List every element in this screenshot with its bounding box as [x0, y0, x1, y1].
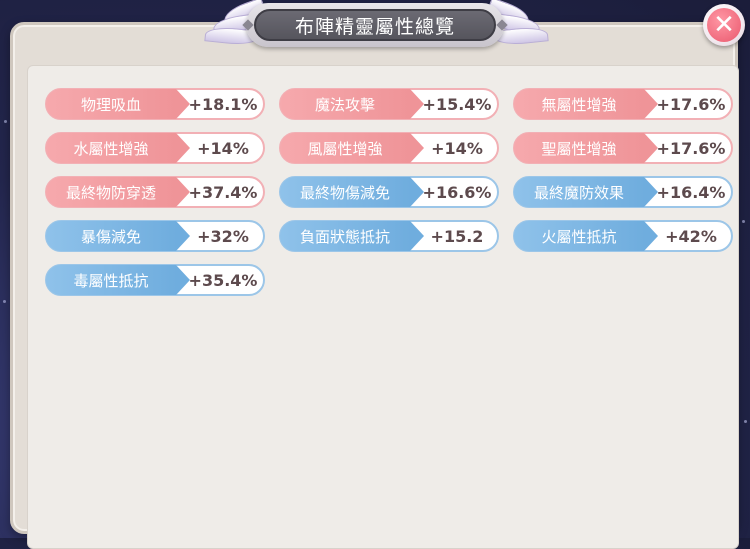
stat-label: 最終魔防效果: [514, 177, 658, 207]
stat-item: 風屬性增強 +14%: [279, 132, 499, 164]
stat-value: +14%: [197, 138, 249, 158]
stat-label: 水屬性增強: [46, 133, 190, 163]
stat-value: +16.4%: [656, 182, 726, 202]
title-banner: 布陣精靈屬性總覽: [242, 3, 508, 47]
stats-panel: 物理吸血 +18.1% 魔法攻擊 +15.4% 無屬性增強 +17.6% 水屬性增強 +14%…: [10, 22, 739, 549]
stat-value: +15.2: [430, 226, 484, 246]
background-star: [744, 420, 747, 423]
stat-label: 無屬性增強: [514, 89, 658, 119]
stat-label: 負面狀態抵抗: [280, 221, 424, 251]
stat-label: 物理吸血: [46, 89, 190, 119]
stat-value: +42%: [665, 226, 717, 246]
stat-label: 風屬性增強: [280, 133, 424, 163]
stat-item: 火屬性抵抗 +42%: [513, 220, 733, 252]
stat-item: 最終魔防效果 +16.4%: [513, 176, 733, 208]
stat-item: 暴傷減免 +32%: [45, 220, 265, 252]
stat-value: +14%: [431, 138, 483, 158]
close-icon[interactable]: ✕: [707, 8, 741, 42]
stat-item: 負面狀態抵抗 +15.2: [279, 220, 499, 252]
background-star: [4, 120, 7, 123]
stat-label: 暴傷減免: [46, 221, 190, 251]
stat-value: +15.4%: [422, 94, 492, 114]
stat-label: 聖屬性增強: [514, 133, 658, 163]
stat-item: 毒屬性抵抗 +35.4%: [45, 264, 265, 296]
stat-item: 物理吸血 +18.1%: [45, 88, 265, 120]
stats-content-area: 物理吸血 +18.1% 魔法攻擊 +15.4% 無屬性增強 +17.6% 水屬性增強 +14%…: [27, 65, 739, 549]
stat-label: 最終物防穿透: [46, 177, 190, 207]
stat-item: 最終物防穿透 +37.4%: [45, 176, 265, 208]
stat-value: +35.4%: [188, 270, 258, 290]
stat-value: +32%: [197, 226, 249, 246]
stat-item: 聖屬性增強 +17.6%: [513, 132, 733, 164]
stat-label: 火屬性抵抗: [514, 221, 658, 251]
stat-item: 水屬性增強 +14%: [45, 132, 265, 164]
stat-value: +18.1%: [188, 94, 258, 114]
stat-label: 魔法攻擊: [280, 89, 424, 119]
stat-value: +17.6%: [656, 138, 726, 158]
stat-value: +17.6%: [656, 94, 726, 114]
background-star: [3, 300, 6, 303]
stat-label: 毒屬性抵抗: [46, 265, 190, 295]
close-button[interactable]: ✕: [703, 4, 745, 46]
background-star: [742, 220, 745, 223]
stat-value: +16.6%: [422, 182, 492, 202]
stat-item: 魔法攻擊 +15.4%: [279, 88, 499, 120]
dialog-title: 布陣精靈屬性總覽: [254, 9, 496, 41]
stat-item: 最終物傷減免 +16.6%: [279, 176, 499, 208]
stat-item: 無屬性增強 +17.6%: [513, 88, 733, 120]
stat-value: +37.4%: [188, 182, 258, 202]
stat-label: 最終物傷減免: [280, 177, 424, 207]
